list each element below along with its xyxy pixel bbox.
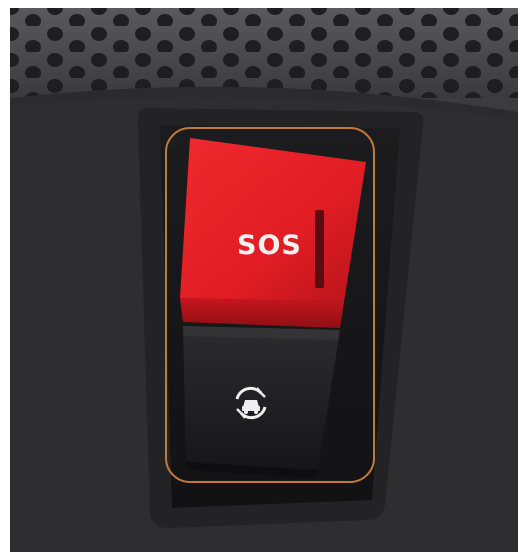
top-margin [0,0,523,8]
vehicle-overhead-panel-photo: SOS [0,0,523,552]
right-margin [518,0,523,552]
assistance-button[interactable] [183,326,340,470]
sos-label: SOS [237,230,302,261]
sos-button[interactable] [180,138,366,302]
speaker-grille-holes [10,8,518,98]
panel-illustration: SOS [0,0,523,552]
sos-indicator-bar [315,210,324,288]
left-margin [0,0,10,552]
